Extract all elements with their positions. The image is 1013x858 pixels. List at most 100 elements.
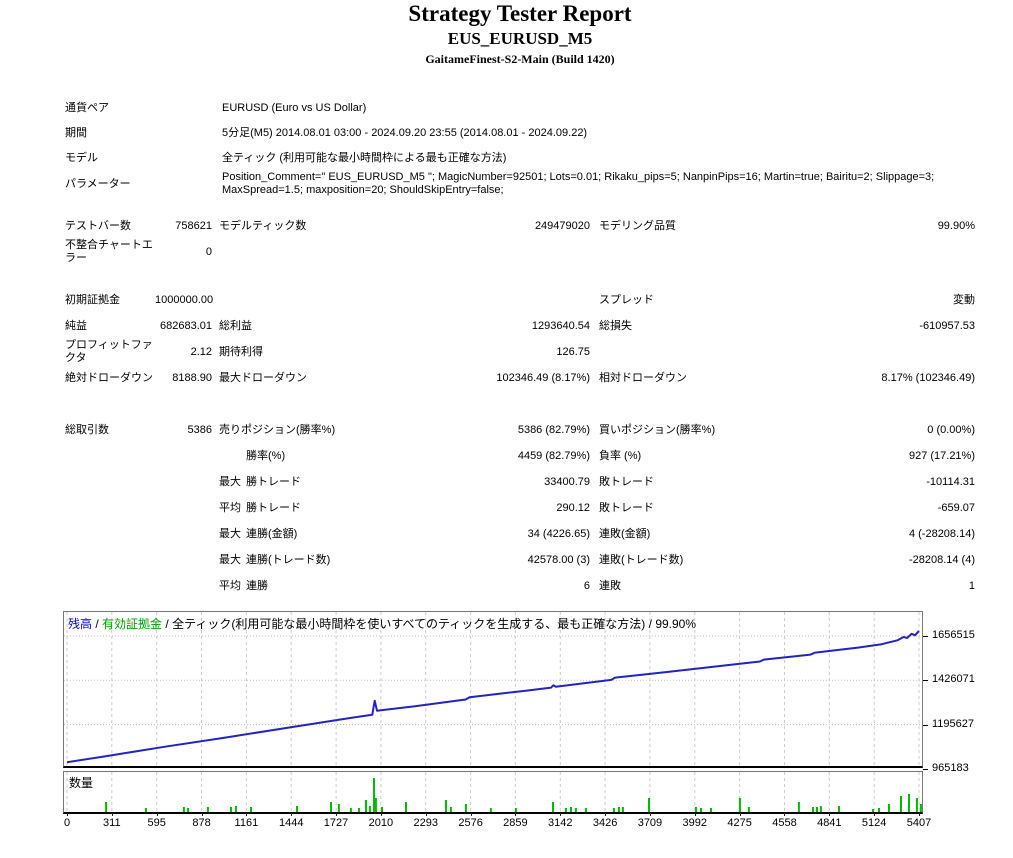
row-label: 総損失 <box>599 319 632 332</box>
x-axis-tick <box>470 813 472 816</box>
row-value: -10114.31 <box>926 475 975 488</box>
row-label: 敗トレード <box>599 501 654 514</box>
x-axis-label: 4841 <box>817 817 842 829</box>
table-row: 絶対ドローダウン 8188.90 最大ドローダウン 102346.49 (8.1… <box>65 365 1013 391</box>
row-value: 1293640.54 <box>531 319 590 332</box>
row-value: 4459 (82.79%) <box>517 449 590 462</box>
legend-quality: 99.90% <box>655 617 697 631</box>
x-axis-tick <box>739 813 741 816</box>
x-axis-tick <box>336 813 338 816</box>
x-axis-label: 3426 <box>592 817 618 829</box>
volume-chart: 数量 <box>63 771 923 814</box>
legend-balance: 残高 <box>68 617 93 631</box>
x-axis-tick <box>380 813 382 816</box>
row-label: 総取引数 <box>65 423 109 436</box>
y-axis-label: 1195627 <box>932 717 975 730</box>
y-axis-label: 965183 <box>932 761 969 774</box>
legend-model-note: 全ティック(利用可能な最小時間枠を使いすべてのティックを生成する、最も正確な方法… <box>172 617 646 631</box>
y-axis-label: 1656515 <box>932 629 975 641</box>
row-label: 通貨ペア <box>65 102 109 114</box>
row-value: 290.12 <box>556 501 590 514</box>
legend-separator: / <box>92 617 103 631</box>
table-row: 期間 5分足(M5) 2014.08.01 03:00 - 2024.09.20 … <box>65 121 1013 146</box>
row-label: 連敗(金額) <box>599 527 651 540</box>
row-value: 2.12 <box>190 345 212 358</box>
row-value: 5386 (82.79%) <box>517 423 590 436</box>
row-label: 負率 (%) <box>599 449 642 462</box>
row-value: 126.75 <box>556 345 590 358</box>
x-axis-label: 2293 <box>413 817 438 829</box>
x-axis-label: 4558 <box>772 817 797 829</box>
x-axis-tick <box>425 813 427 816</box>
x-axis-label: 2859 <box>503 817 528 829</box>
row-label: 不整合チャートエラー <box>65 239 153 264</box>
row-label: 敗トレード <box>599 475 654 488</box>
row-label: パラメーター <box>65 177 131 190</box>
table-row: 最大 連勝(トレード数) 42578.00 (3) 連敗(トレード数) -2820… <box>65 547 1013 573</box>
row-value: 42578.00 (3) <box>527 553 590 566</box>
row-label: 最大 連勝(金額) <box>219 527 298 540</box>
x-axis-label: 3992 <box>682 817 708 829</box>
x-axis-label: 1161 <box>234 817 259 829</box>
row-label: 相対ドローダウン <box>599 371 687 384</box>
row-prefix: 平均 <box>219 579 241 592</box>
table-row: 不整合チャートエラー 0 <box>65 239 1013 265</box>
table-row: プロフィットファクタ 2.12 期待利得 126.75 <box>65 339 1013 365</box>
row-value: 33400.79 <box>544 475 590 488</box>
row-value: 5分足(M5) 2014.08.01 03:00 - 2024.09.20 23… <box>222 127 588 139</box>
x-axis-label: 3142 <box>548 817 573 829</box>
row-value: -659.07 <box>937 501 975 514</box>
x-axis-tick <box>919 813 920 816</box>
row-label: モデル <box>65 152 98 164</box>
row-value: 0 (0.00%) <box>927 423 975 436</box>
legend-separator: / <box>645 617 656 631</box>
x-axis-tick <box>560 813 562 816</box>
x-axis-label: 3709 <box>637 817 663 829</box>
x-axis-label: 0 <box>63 817 71 829</box>
table-row: 最大 連勝(金額) 34 (4226.65) 連敗(金額) 4 (-28208.1… <box>65 521 1013 547</box>
x-axis-tick <box>201 813 203 816</box>
volume-chart-label: 数量 <box>69 776 94 790</box>
row-value: 6 <box>583 579 590 592</box>
row-label: 平均 連勝 <box>219 579 268 592</box>
legend-separator: / <box>162 617 173 631</box>
row-value: 0 <box>205 245 212 258</box>
row-value: 5386 <box>187 423 212 436</box>
x-axis-label: 1727 <box>323 817 349 829</box>
symbol-title: EUS_EURUSD_M5 <box>447 29 593 48</box>
row-value: 34 (4226.65) <box>527 527 590 540</box>
x-axis-tick <box>156 813 158 816</box>
row-label: 連敗(トレード数) <box>599 553 684 566</box>
row-label: 初期証拠金 <box>65 293 120 306</box>
row-label: 期待利得 <box>219 345 263 358</box>
equity-curve-plot <box>64 612 922 766</box>
y-axis-tick <box>923 768 928 770</box>
row-prefix: 平均 <box>219 501 241 514</box>
row-label: 最大 勝トレード <box>219 475 301 488</box>
row-value: 1 <box>968 579 975 592</box>
row-label: 総利益 <box>219 319 252 332</box>
x-axis-label: 311 <box>103 817 121 829</box>
x-axis-tick <box>874 813 876 816</box>
row-value: 249479020 <box>534 219 590 232</box>
x-axis-label: 5407 <box>906 817 932 829</box>
report-table: 通貨ペア EURUSD (Euro vs US Dollar) 期間 5分足(M5)… <box>65 96 1013 599</box>
row-label: 買いポジション(勝率%) <box>599 423 716 436</box>
table-row: 平均 連勝 6 連敗 1 <box>65 573 1013 599</box>
expert-title: GaitameFinest-S2-Main (Build 1420) <box>425 52 615 66</box>
x-axis-tick <box>605 813 607 816</box>
x-axis-label: 2576 <box>458 817 483 829</box>
table-row: テストバー数 758621 モデルティック数 249479020 モデリング品質… <box>65 213 1013 239</box>
x-axis-tick <box>246 813 248 816</box>
volume-bars-plot <box>66 772 922 812</box>
table-row: 最大 勝トレード 33400.79 敗トレード -10114.31 <box>65 469 1013 495</box>
row-value: 102346.49 (8.17%) <box>496 371 590 384</box>
row-value: -610957.53 <box>919 319 975 332</box>
x-axis-tick <box>649 813 651 816</box>
x-axis-label: 5124 <box>861 817 887 829</box>
row-value: 927 (17.21%) <box>908 449 975 462</box>
row-value: EURUSD (Euro vs US Dollar) <box>222 102 367 114</box>
row-value: 758621 <box>175 219 212 232</box>
table-row: 初期証拠金 1000000.00 スプレッド 変動 <box>65 287 1013 313</box>
row-label: 最大ドローダウン <box>219 371 307 384</box>
